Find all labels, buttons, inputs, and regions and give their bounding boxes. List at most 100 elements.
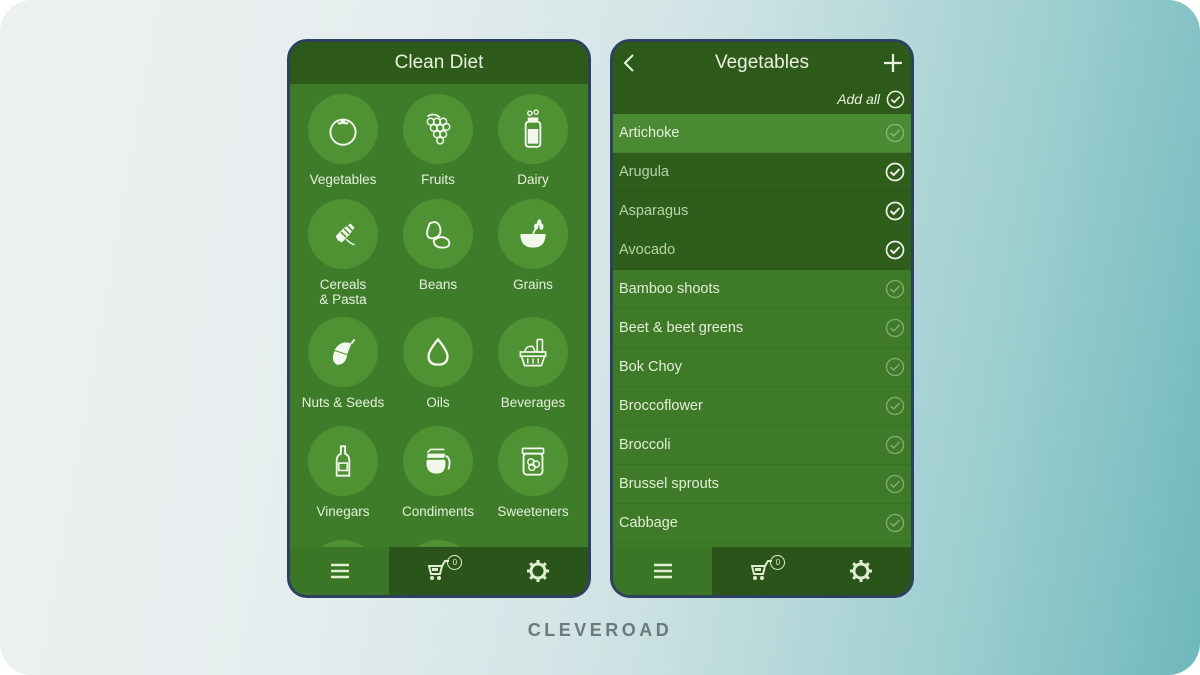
tab-cart[interactable]: 0	[712, 547, 812, 595]
category-circle	[498, 199, 568, 269]
list-item-label: Bok Choy	[619, 359, 682, 375]
chevron-left-icon[interactable]	[623, 54, 635, 72]
category-oils[interactable]: Oils	[390, 317, 486, 410]
list-item[interactable]: Artichoke	[613, 114, 911, 153]
menu-icon	[330, 563, 349, 579]
tomato-icon	[329, 118, 357, 146]
beans-icon	[426, 221, 451, 249]
vegetable-list: Artichoke Arugula Asparagus Avocado Bamboo s…	[613, 114, 911, 547]
grain-bowl-icon	[520, 219, 546, 248]
check-circle-icon[interactable]	[885, 513, 905, 533]
list-item-label: Arugula	[619, 164, 669, 180]
category-label: Beverages	[500, 395, 566, 410]
category-label: Vegetables	[309, 172, 377, 187]
category-label: Vinegars	[316, 504, 370, 519]
bottle-icon	[335, 445, 351, 477]
category-vinegars[interactable]: Vinegars	[295, 426, 391, 519]
category-dairy[interactable]: Dairy	[485, 94, 581, 187]
tab-cart[interactable]: 0	[389, 547, 489, 595]
phone-vegetables: Vegetables Add all Artichoke Arugula Aspar…	[610, 39, 914, 598]
oil-drop-icon	[427, 337, 449, 366]
category-nuts-seeds[interactable]: Nuts & Seeds	[295, 317, 391, 410]
list-item[interactable]: Avocado	[613, 231, 911, 270]
gear-icon	[850, 560, 873, 582]
check-circle-icon[interactable]	[885, 123, 905, 143]
list-item-label: Bamboo shoots	[619, 281, 720, 297]
check-circle-icon[interactable]	[885, 240, 905, 260]
list-item[interactable]: Asparagus	[613, 192, 911, 231]
list-item-label: Cabbage	[619, 515, 678, 531]
page-title: Vegetables	[714, 52, 810, 73]
menu-icon	[653, 563, 672, 579]
gear-icon	[527, 560, 550, 582]
check-circle-icon[interactable]	[885, 279, 905, 299]
tab-settings[interactable]	[811, 547, 911, 595]
cart-badge: 0	[447, 555, 463, 570]
category-fruits[interactable]: Fruits	[390, 94, 486, 187]
list-item-label: Broccoflower	[619, 398, 703, 414]
category-circle	[308, 94, 378, 164]
check-circle-icon[interactable]	[885, 435, 905, 455]
category-circle	[498, 94, 568, 164]
check-circle-icon[interactable]	[885, 201, 905, 221]
category-vegetables[interactable]: Vegetables	[295, 94, 391, 187]
category-cereals-pasta[interactable]: Cereals & Pasta	[295, 199, 391, 307]
list-item[interactable]: Broccoli	[613, 426, 911, 465]
tab-bar: 0	[290, 547, 588, 595]
tab-settings[interactable]	[488, 547, 588, 595]
category-circle	[403, 94, 473, 164]
category-label: Grains	[513, 277, 553, 292]
acorn-icon	[332, 338, 356, 365]
tab-menu[interactable]	[290, 547, 390, 595]
list-item-label: Asparagus	[619, 203, 689, 219]
category-circle-partial	[403, 540, 473, 547]
category-label: Cereals & Pasta	[319, 277, 367, 307]
check-circle-icon[interactable]	[885, 474, 905, 494]
list-item[interactable]: Bamboo shoots	[613, 270, 911, 309]
coffee-pot-icon	[425, 448, 451, 474]
category-label: Dairy	[517, 172, 549, 187]
plus-icon[interactable]	[883, 53, 903, 73]
list-item[interactable]: Broccoflower	[613, 387, 911, 426]
category-label: Sweeteners	[497, 504, 569, 519]
list-item[interactable]: Arugula	[613, 153, 911, 192]
tab-bar: 0	[613, 547, 911, 595]
list-item-label: Brussel sprouts	[619, 476, 719, 492]
check-circle-icon[interactable]	[885, 396, 905, 416]
list-item[interactable]: Beet & beet greens	[613, 309, 911, 348]
check-circle-icon[interactable]	[885, 162, 905, 182]
check-circle-icon[interactable]	[885, 357, 905, 377]
add-all-label: Add all	[837, 91, 880, 107]
check-circle-icon[interactable]	[885, 318, 905, 338]
tab-menu[interactable]	[613, 547, 713, 595]
list-item[interactable]: Bok Choy	[613, 348, 911, 387]
grapes-icon	[426, 113, 451, 145]
category-circle	[498, 426, 568, 496]
phone-clean-diet: Clean Diet Vegetables Fruits Dairy Cereals …	[287, 39, 591, 598]
cart-badge: 0	[770, 555, 786, 570]
page-title: Clean Diet	[394, 52, 484, 73]
category-grains[interactable]: Grains	[485, 199, 581, 292]
category-label: Condiments	[401, 504, 475, 519]
category-circle	[403, 199, 473, 269]
category-label: Nuts & Seeds	[301, 395, 385, 410]
category-sweeteners[interactable]: Sweeteners	[485, 426, 581, 519]
milk-bottle-icon	[524, 109, 542, 148]
jar-icon	[521, 447, 545, 476]
list-item[interactable]: Cabbage	[613, 504, 911, 543]
category-circle	[308, 317, 378, 387]
category-circle	[308, 199, 378, 269]
category-circle	[308, 426, 378, 496]
category-circle	[498, 317, 568, 387]
list-item[interactable]: Brussel sprouts	[613, 465, 911, 504]
add-all-button[interactable]: Add all	[613, 84, 911, 114]
wheat-ear-icon	[331, 223, 355, 247]
basket-icon	[519, 338, 547, 367]
category-beans[interactable]: Beans	[390, 199, 486, 292]
check-circle-icon	[886, 90, 905, 108]
category-label: Oils	[426, 395, 450, 410]
category-circle	[403, 317, 473, 387]
category-condiments[interactable]: Condiments	[390, 426, 486, 519]
category-beverages[interactable]: Beverages	[485, 317, 581, 410]
list-item-label: Avocado	[619, 242, 676, 258]
